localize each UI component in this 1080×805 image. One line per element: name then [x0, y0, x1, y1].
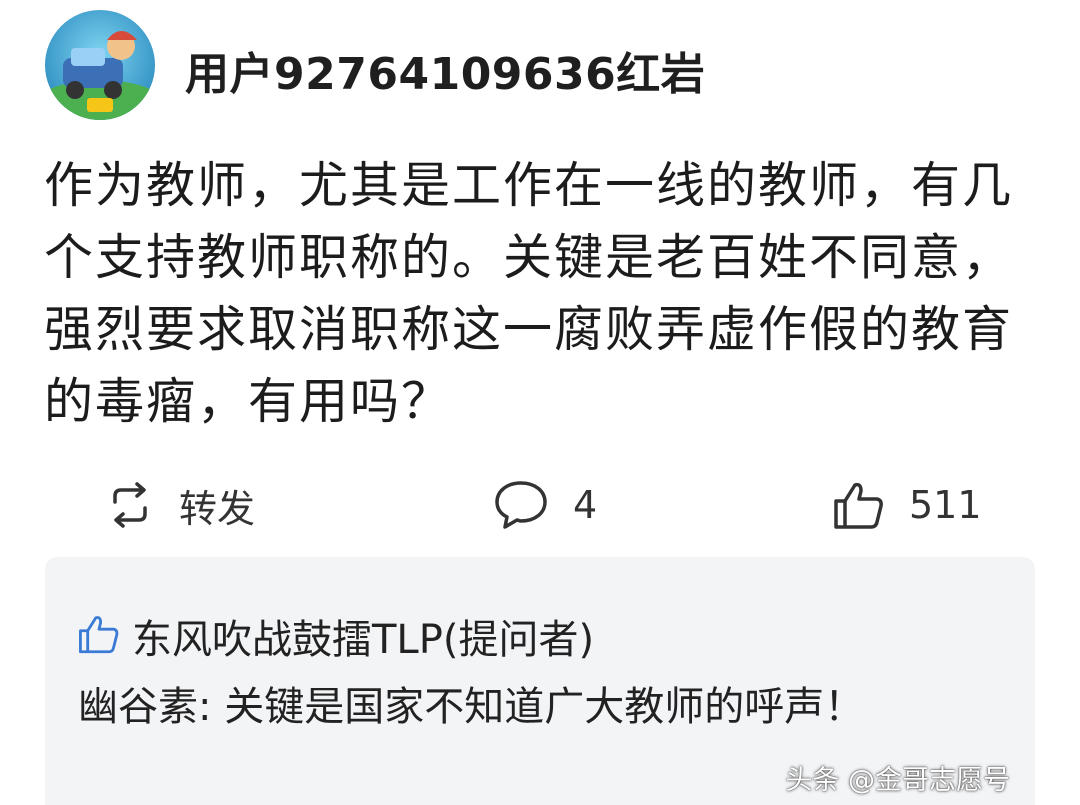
share-button[interactable]: 转发 — [105, 470, 255, 540]
post-text: 作为教师，尤其是工作在一线的教师，有几个支持教师职称的。关键是老百姓不同意，强烈… — [44, 157, 1014, 430]
comment-button[interactable]: 4 — [493, 470, 597, 540]
avatar[interactable] — [45, 10, 155, 120]
thumbs-up-icon — [833, 479, 885, 531]
username[interactable]: 用户92764109636红岩 — [185, 38, 705, 102]
reply-text: 幽谷素: 关键是国家不知道广大教师的呼声！ — [78, 684, 865, 730]
comment-icon — [493, 479, 549, 531]
comment-count: 4 — [573, 483, 598, 527]
post-page: 用户92764109636红岩 作为教师，尤其是工作在一线的教师，有几个支持教师… — [0, 0, 1080, 805]
like-button[interactable]: 511 — [833, 470, 982, 540]
liked-thumb-icon — [78, 613, 120, 659]
reply-author[interactable]: 东风吹战鼓擂TLP(提问者) — [132, 607, 594, 665]
reply-card[interactable]: 东风吹战鼓擂TLP(提问者) 幽谷素: 关键是国家不知道广大教师的呼声！ 头条 … — [45, 557, 1035, 805]
share-icon — [105, 480, 155, 530]
reply-header: 东风吹战鼓擂TLP(提问者) — [78, 607, 594, 665]
share-label: 转发 — [179, 486, 256, 531]
watermark: 头条 @金哥志愿号 — [785, 765, 1010, 796]
like-count: 511 — [909, 483, 982, 527]
action-bar: 转发 4 511 — [0, 470, 1080, 540]
avatar-image — [45, 10, 155, 120]
